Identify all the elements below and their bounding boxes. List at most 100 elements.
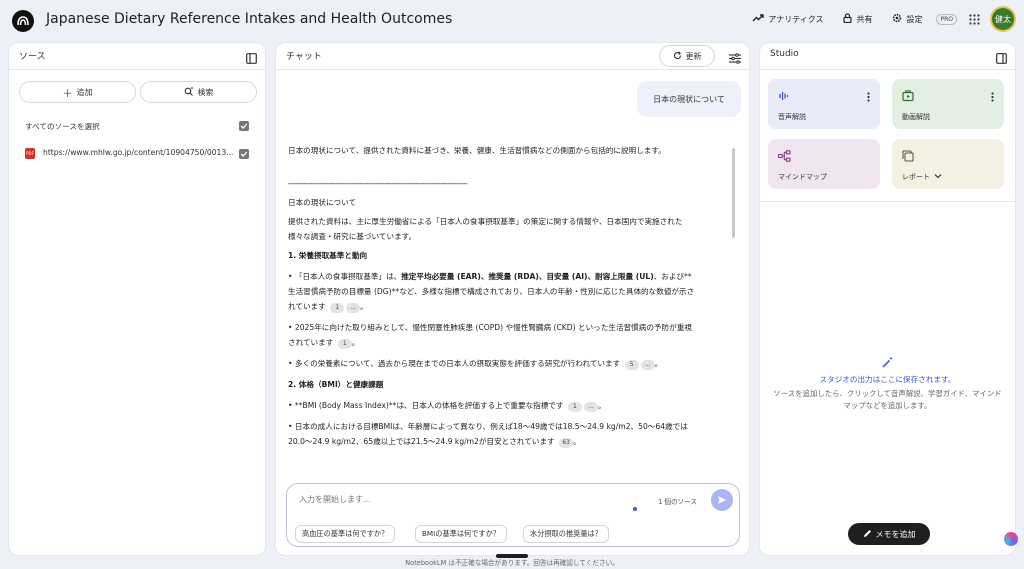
source-checkbox[interactable] (239, 149, 249, 159)
settings-label: 設定 (906, 14, 923, 24)
report-card[interactable]: レポート (892, 139, 1004, 189)
section-heading-nutrition: 1. 栄養摂取基準と動向 (288, 251, 368, 260)
answer-separator: ----------------------------------------… (288, 179, 468, 188)
card-label: 動画解説 (902, 113, 930, 121)
sources-panel: ソース ＋ 追加 検索 すべてのソースを選択 PDF https://www.m… (8, 42, 266, 556)
mindmap-card[interactable]: マインドマップ (768, 139, 880, 189)
empty-description: ソースを追加したら、クリックして音声解説、学習ガイド、マインドマップなどを追加し… (773, 389, 1002, 410)
refresh-icon (673, 50, 682, 62)
bullet-item: • **BMI (Body Mass Index)**は、日本人の体格を評価する… (288, 401, 606, 412)
plus-icon: ＋ (62, 88, 73, 100)
trending-icon (752, 13, 765, 25)
studio-panel: Studio 音声解説 動画解説 マインドマップ レポート スタジオの出力はここ… (759, 42, 1016, 556)
bullet-text: • 多くの栄養素について、過去から現在までの日本人の摂取実態を評価する研究が行わ… (288, 359, 621, 368)
divider (760, 201, 1015, 202)
apps-grid-icon[interactable] (969, 10, 980, 29)
bullet-item: • 多くの栄養素について、過去から現在までの日本人の摂取実態を評価する研究が行わ… (288, 359, 663, 370)
video-overview-card[interactable]: 動画解説 (892, 79, 1004, 129)
mindmap-icon (778, 147, 791, 166)
suggestion-chip[interactable]: BMIの基準は何ですか？ (415, 525, 507, 543)
answer-paragraph: 提供された資料は、主に厚生労働省による「日本人の食事摂取基準」の策定に関する情報… (288, 217, 683, 241)
share-label: 共有 (856, 14, 873, 24)
search-source-button[interactable]: 検索 (140, 81, 257, 103)
chat-settings-icon[interactable] (729, 49, 741, 68)
audio-wave-icon (778, 87, 790, 106)
source-count: 1 個のソース (658, 498, 697, 506)
bullet-text: • **BMI (Body Mass Index)**は、日本人の体格を評価する… (288, 401, 564, 410)
report-label: レポート (902, 173, 930, 181)
citation-more-chip[interactable]: ... (583, 402, 598, 412)
floating-assistant-icon[interactable] (1004, 532, 1018, 546)
bullet-item: • 2025年に向けた取り組みとして、慢性閉塞性肺疾患 (COPD) や慢性腎臓… (288, 323, 692, 349)
divider (9, 69, 265, 70)
refresh-button[interactable]: 更新 (659, 45, 715, 67)
add-source-label: 追加 (76, 87, 93, 97)
search-source-label: 検索 (197, 87, 214, 97)
source-list-item[interactable]: PDF https://www.mhlw.go.jp/content/10904… (23, 147, 259, 161)
top-bar: Japanese Dietary Reference Intakes and H… (0, 0, 1024, 40)
chat-panel: チャット 更新 日本の現状について 日本の現状について、提供された資料に基づき、… (275, 42, 750, 556)
settings-button[interactable]: 設定 (886, 9, 928, 29)
citation-chip[interactable]: 1 (567, 402, 582, 412)
pro-badge: PRO (936, 13, 957, 25)
citation-chip[interactable]: 63 (559, 438, 574, 448)
card-label: 音声解説 (778, 113, 806, 121)
typing-dot-icon (633, 507, 637, 511)
empty-title: スタジオの出力はここに保存されます。 (819, 375, 956, 384)
more-vert-icon[interactable] (867, 87, 870, 106)
card-label: レポート (902, 172, 942, 182)
studio-title: Studio (770, 49, 799, 59)
share-button[interactable]: 共有 (837, 9, 878, 29)
chat-input[interactable]: 入力を開始します... (299, 494, 371, 505)
divider (276, 69, 749, 70)
chat-title: チャット (286, 52, 322, 62)
chevron-down-icon[interactable] (934, 173, 942, 181)
video-icon (902, 87, 914, 106)
answer-intro: 日本の現状について、提供された資料に基づき、栄養、健康、生活習慣病などの側面から… (288, 146, 666, 155)
refresh-label: 更新 (685, 51, 702, 61)
citation-chip[interactable]: 1 (330, 303, 345, 313)
notebook-title[interactable]: Japanese Dietary Reference Intakes and H… (46, 11, 452, 27)
send-button[interactable] (711, 489, 733, 511)
pdf-icon: PDF (25, 148, 35, 159)
add-memo-button[interactable]: メモを追加 (848, 523, 930, 545)
collapse-panel-icon[interactable] (996, 49, 1007, 68)
footer-disclaimer: NotebookLM は不正確な場合があります。回答は再確認してください。 (405, 559, 619, 567)
bullet-bold-text: 推定平均必要量 (EAR)、推奨量 (RDA)、目安量 (AI)、耐容上限量 (… (401, 272, 654, 281)
analytics-button[interactable]: アナリティクス (746, 9, 829, 29)
bullet-item: • 「日本人の食事摂取基準」は、推定平均必要量 (EAR)、推奨量 (RDA)、… (288, 272, 695, 313)
analytics-label: アナリティクス (768, 14, 824, 24)
answer-heading: 日本の現状について (288, 198, 357, 207)
bullet-item: • 日本の成人における目標BMIは、年齢層によって異なり、例えば18〜49歳では… (288, 422, 688, 448)
select-all-checkbox[interactable] (239, 121, 249, 131)
suggestion-chip[interactable]: 高血圧の基準は何ですか？ (295, 525, 396, 543)
more-vert-icon[interactable] (991, 87, 994, 106)
citation-chip[interactable]: 1 (337, 339, 352, 349)
user-message-bubble: 日本の現状について (637, 81, 741, 117)
select-all-label: すべてのソースを選択 (25, 122, 100, 131)
collapse-panel-icon[interactable] (246, 49, 257, 68)
citation-more-chip[interactable]: ... (346, 303, 361, 313)
audio-overview-card[interactable]: 音声解説 (768, 79, 880, 129)
bullet-text: • 「日本人の食事摂取基準」は、 (288, 272, 402, 281)
citation-chip[interactable]: 5 (624, 360, 639, 370)
divider (760, 69, 1015, 70)
pencil-icon (863, 529, 872, 540)
assistant-answer: 日本の現状について、提供された資料に基づき、栄養、健康、生活習慣病などの側面から… (288, 143, 696, 455)
add-source-button[interactable]: ＋ 追加 (19, 81, 136, 103)
chat-scrollbar[interactable] (732, 148, 735, 238)
report-icon (902, 147, 914, 166)
card-label: マインドマップ (778, 173, 827, 181)
add-memo-label: メモを追加 (875, 529, 916, 539)
gear-icon (892, 13, 902, 25)
citation-more-chip[interactable]: ... (640, 360, 655, 370)
search-sparkle-icon (184, 86, 194, 98)
notebooklm-logo-icon[interactable] (12, 10, 34, 32)
section-heading-bmi: 2. 体格（BMI）と健康課題 (288, 380, 384, 389)
chat-input-box[interactable]: 入力を開始します... 1 個のソース 高血圧の基準は何ですか？ BMIの基準は… (286, 483, 740, 547)
source-title: https://www.mhlw.go.jp/content/10904750/… (43, 148, 234, 157)
avatar[interactable]: 健太 (992, 8, 1014, 30)
sources-title: ソース (19, 52, 46, 62)
suggestion-chip[interactable]: 水分摂取の推奨量は？ (523, 525, 609, 543)
magic-wand-icon (768, 353, 1007, 372)
